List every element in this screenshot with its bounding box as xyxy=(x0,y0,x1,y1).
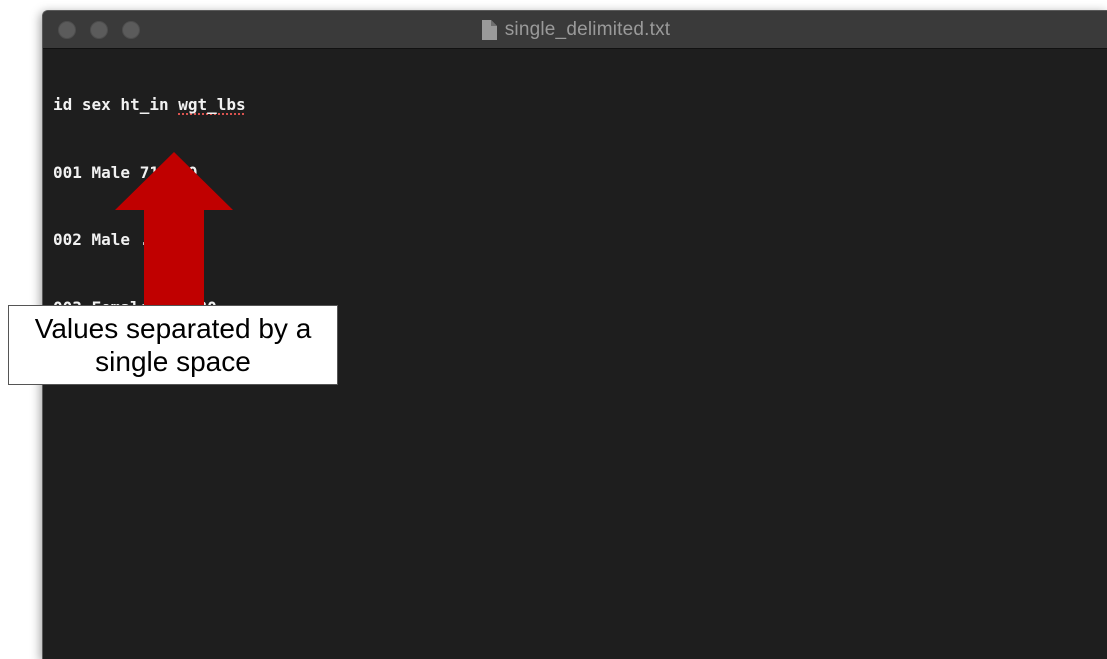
misspelled-word[interactable]: wgt_lbs xyxy=(178,95,245,114)
title-bar[interactable]: single_delimited.txt xyxy=(43,11,1107,49)
document-icon xyxy=(481,19,497,40)
up-arrow-icon xyxy=(115,152,233,306)
screen: single_delimited.txt id sex ht_in wgt_lb… xyxy=(0,0,1107,659)
window-title-group: single_delimited.txt xyxy=(43,11,1107,48)
annotation-callout: Values separated by a single space xyxy=(8,305,338,385)
header-text: id sex ht_in xyxy=(53,95,179,114)
window-title: single_delimited.txt xyxy=(504,18,671,40)
callout-line-2: single space xyxy=(95,346,251,377)
text-line-header: id sex ht_in wgt_lbs xyxy=(53,94,1107,117)
callout-line-1: Values separated by a xyxy=(34,313,312,344)
